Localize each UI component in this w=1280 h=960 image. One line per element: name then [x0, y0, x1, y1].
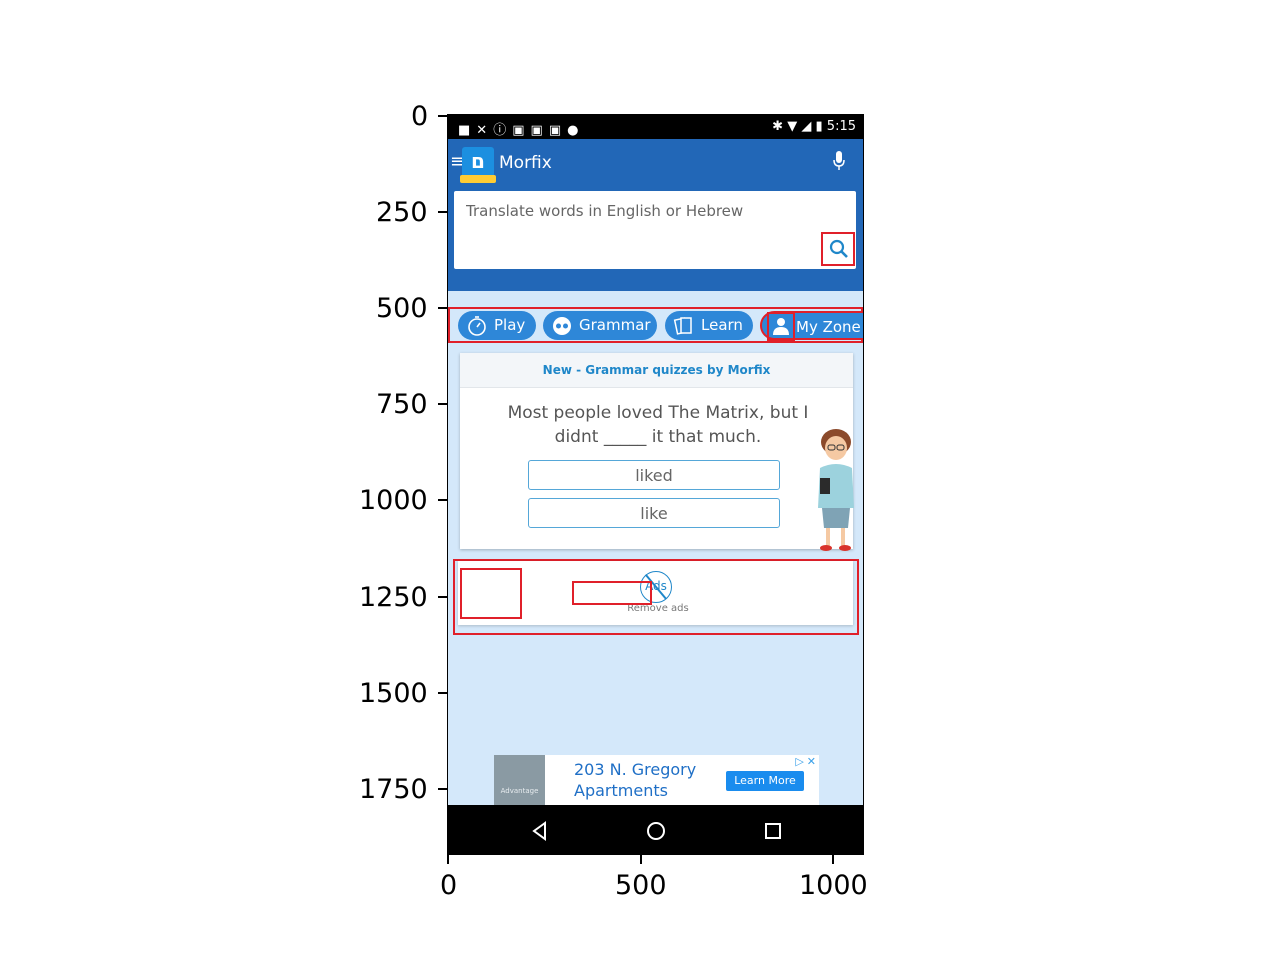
y-tick-mark: [438, 211, 447, 213]
y-tick-mark: [438, 403, 447, 405]
y-tick-label: 250: [376, 197, 428, 228]
tab-grammar-label: Grammar: [579, 316, 651, 334]
y-tick-mark: [438, 788, 447, 790]
bluetooth-icon: ✱: [772, 119, 784, 134]
notification-icons: ■✕ⓘ▣▣▣●: [458, 119, 584, 138]
satellite-icon: ✕: [476, 123, 494, 138]
search-button[interactable]: [821, 232, 855, 266]
recents-icon[interactable]: [761, 819, 785, 843]
phone-screen: ■✕ⓘ▣▣▣● ✱ ▼ ◢ ▮ 5:15 ≡ ם Morfix Translat…: [447, 114, 864, 855]
ad-choices-close-icon[interactable]: ▷✕: [785, 755, 819, 769]
y-tick-label: 1750: [359, 774, 428, 805]
x-tick-mark: [640, 855, 642, 864]
banner-ad[interactable]: Advantage Properties LC 203 N. Gregory A…: [494, 755, 819, 805]
grammar-quiz-card: New - Grammar quizzes by Morfix Most peo…: [460, 353, 853, 549]
banner-title: 203 N. Gregory Apartments: [574, 759, 696, 801]
search-input[interactable]: [464, 199, 808, 223]
system-icons: ✱ ▼ ◢ ▮ 5:15: [772, 119, 856, 134]
glasses-face-icon: [553, 317, 571, 335]
wifi-icon: ▼: [787, 119, 798, 134]
tab-learn[interactable]: Learn: [665, 311, 753, 340]
navigation-bar: [448, 805, 863, 854]
flashcards-icon: [673, 317, 692, 335]
stopwatch-icon: [468, 316, 486, 336]
x-tick-label: 500: [615, 870, 667, 901]
ad-slot-mid-placeholder[interactable]: [572, 581, 652, 605]
x-tick-label: 1000: [799, 870, 868, 901]
clock: 5:15: [826, 119, 856, 134]
shopping-bag-icon: ▣: [548, 123, 568, 138]
x-tick-label: 0: [440, 870, 458, 901]
feature-tabs: Play Grammar Learn My Zone: [448, 307, 863, 343]
home-icon[interactable]: [644, 819, 668, 843]
tab-my-zone-label: My Zone: [796, 318, 861, 336]
logo-badge: [460, 175, 496, 183]
quiz-question: Most people loved The Matrix, but I didn…: [507, 403, 809, 447]
tab-my-zone[interactable]: My Zone: [760, 311, 863, 341]
app-title: Morfix: [499, 153, 552, 173]
y-tick-label: 750: [376, 389, 428, 420]
logo-glyph: ם: [471, 149, 485, 173]
info-icon: ⓘ: [493, 123, 513, 138]
search-icon: [829, 239, 848, 258]
no-signal-icon: ◢: [801, 119, 812, 134]
my-zone-icon-button[interactable]: [767, 312, 795, 341]
app-bar: ≡ ם Morfix: [448, 139, 863, 187]
back-icon[interactable]: [528, 819, 552, 843]
y-tick-mark: [438, 596, 447, 598]
y-tick-mark: [438, 307, 447, 309]
answer-option[interactable]: like: [528, 498, 780, 528]
screenshot-frame: 0 250 500 750 1000 1250 1500 1750 0 500 …: [0, 0, 1280, 960]
android-icon: ●: [567, 123, 585, 138]
facebook-icon: ■: [458, 123, 477, 138]
answer-option[interactable]: liked: [528, 460, 780, 490]
tab-learn-label: Learn: [701, 316, 743, 334]
microphone-icon[interactable]: [833, 151, 845, 171]
y-tick-label: 1250: [359, 582, 428, 613]
banner-thumbnail: Advantage Properties LC: [494, 755, 545, 805]
tab-play[interactable]: Play: [458, 311, 536, 340]
y-tick-label: 0: [411, 101, 429, 132]
lock-icon: ▣: [512, 123, 531, 138]
y-tick-mark: [438, 115, 447, 117]
battery-icon: ▮: [815, 119, 823, 134]
y-tick-mark: [438, 692, 447, 694]
search-area: [448, 187, 863, 291]
quiz-header: New - Grammar quizzes by Morfix: [460, 353, 853, 388]
banner-title-line1: 203 N. Gregory: [574, 760, 697, 779]
morfix-logo-icon: ם: [460, 147, 496, 183]
x-tick-mark: [832, 855, 834, 864]
search-box: [454, 191, 856, 269]
y-tick-mark: [438, 499, 447, 501]
ad-slot-left-placeholder[interactable]: [460, 568, 522, 619]
tab-play-label: Play: [494, 316, 526, 334]
y-tick-label: 500: [376, 293, 428, 324]
briefcase-check-icon: ▣: [530, 123, 549, 138]
y-tick-label: 1500: [359, 678, 428, 709]
banner-title-line2: Apartments: [574, 781, 668, 800]
quiz-header-text: New - Grammar quizzes by Morfix: [542, 363, 771, 377]
learn-more-button[interactable]: Learn More: [726, 771, 804, 791]
status-bar: ■✕ⓘ▣▣▣● ✱ ▼ ◢ ▮ 5:15: [448, 115, 863, 139]
teacher-illustration: [818, 429, 854, 551]
x-tick-mark: [447, 855, 449, 864]
y-tick-label: 1000: [359, 485, 428, 516]
user-icon: [773, 318, 789, 335]
tab-grammar[interactable]: Grammar: [543, 311, 657, 340]
